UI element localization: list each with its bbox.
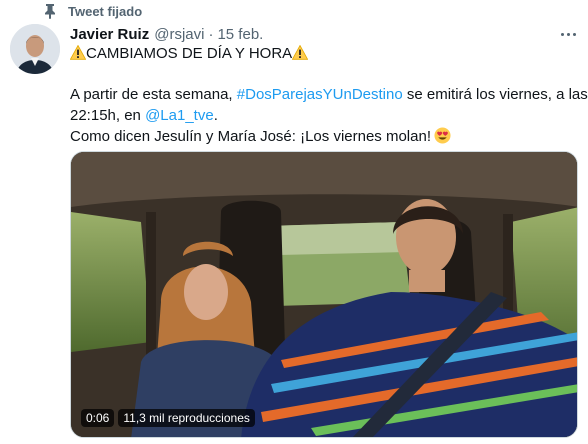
tweet-date[interactable]: 15 feb. (217, 26, 263, 43)
video-timestamp: 0:06 (81, 409, 115, 427)
tweet-text-segment: 22:15h, en (70, 107, 146, 124)
mention-link[interactable]: @La1_tve (145, 107, 214, 124)
tweet-line-4: Como dicen Jesulín y María José: ¡Los vi… (70, 126, 580, 147)
more-options-icon[interactable] (554, 26, 582, 42)
tweet-text-segment: . (213, 107, 218, 124)
tweet-line-2: A partir de esta semana, #DosParejasYUnD… (70, 84, 588, 105)
tweet-text: CAMBIAMOS DE DÍA Y HORA A partir de esta… (70, 43, 588, 147)
tweet-line-3: 22:15h, en @La1_tve. (70, 105, 580, 126)
warning-emoji-icon (292, 45, 309, 60)
video-player[interactable]: 0:06 11,3 mil reproducciones (70, 151, 578, 438)
tweet-header: Javier Ruiz @rsjavi · 15 feb. (70, 24, 548, 44)
pin-icon (45, 4, 55, 19)
pinned-indicator: Tweet fijado (42, 2, 142, 20)
heart-eyes-emoji-icon (434, 127, 451, 144)
hashtag-link[interactable]: #DosParejasYUnDestino (237, 86, 403, 103)
author-handle[interactable]: @rsjavi (154, 26, 204, 43)
video-views: 11,3 mil reproducciones (118, 409, 255, 427)
pinned-label: Tweet fijado (68, 3, 143, 19)
tweet-text-segment: Como dicen Jesulín y María José: ¡Los vi… (70, 128, 431, 145)
tweet-text-segment: se emitirá los viernes, a las (402, 86, 588, 103)
header-separator: · (208, 25, 214, 43)
tweet-text-segment: A partir de esta semana, (70, 86, 237, 103)
video-badges: 0:06 11,3 mil reproducciones (81, 409, 255, 427)
warning-emoji-icon (70, 45, 86, 60)
avatar[interactable] (10, 24, 60, 74)
tweet-headline: CAMBIAMOS DE DÍA Y HORA (86, 45, 293, 62)
video-thumbnail (71, 152, 577, 437)
tweet-line-1: CAMBIAMOS DE DÍA Y HORA (70, 43, 580, 64)
author-name[interactable]: Javier Ruiz (70, 26, 149, 43)
